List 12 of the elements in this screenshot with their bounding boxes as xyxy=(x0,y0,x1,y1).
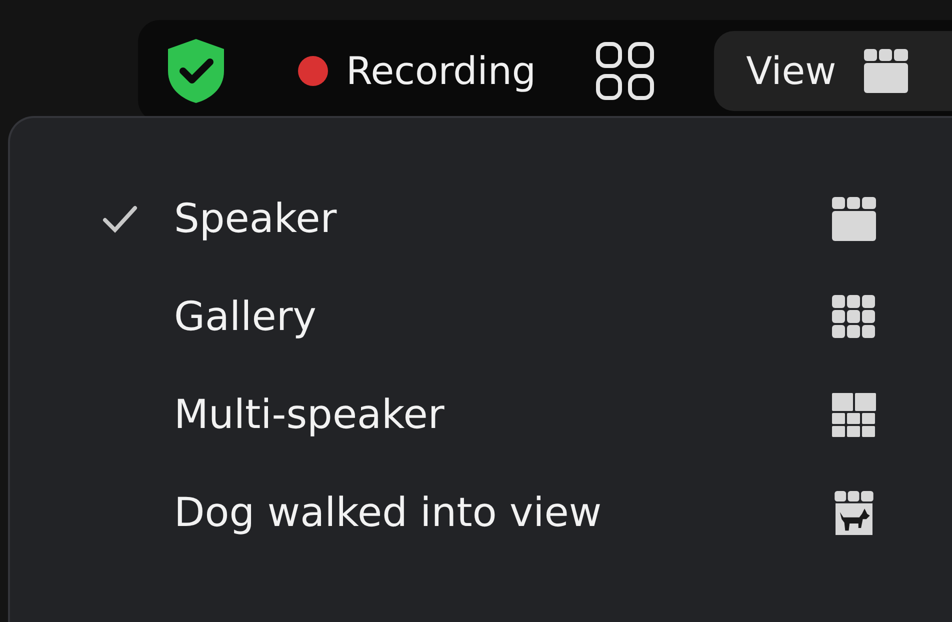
speaker-layout-icon xyxy=(864,49,908,93)
menu-item[interactable]: Speaker xyxy=(10,170,952,268)
multi-speaker-layout-icon xyxy=(832,393,876,437)
menu-item[interactable]: Gallery xyxy=(10,268,952,366)
view-button[interactable]: View xyxy=(714,31,952,111)
recording-label[interactable]: Recording xyxy=(346,49,536,93)
menu-item[interactable]: Multi-speaker xyxy=(10,366,952,464)
menu-item[interactable]: Dog walked into view xyxy=(10,464,952,562)
gallery-layout-icon xyxy=(832,295,876,339)
grid-icon[interactable] xyxy=(596,42,654,100)
speaker-layout-icon xyxy=(832,197,876,241)
dog-layout-icon xyxy=(832,491,876,535)
